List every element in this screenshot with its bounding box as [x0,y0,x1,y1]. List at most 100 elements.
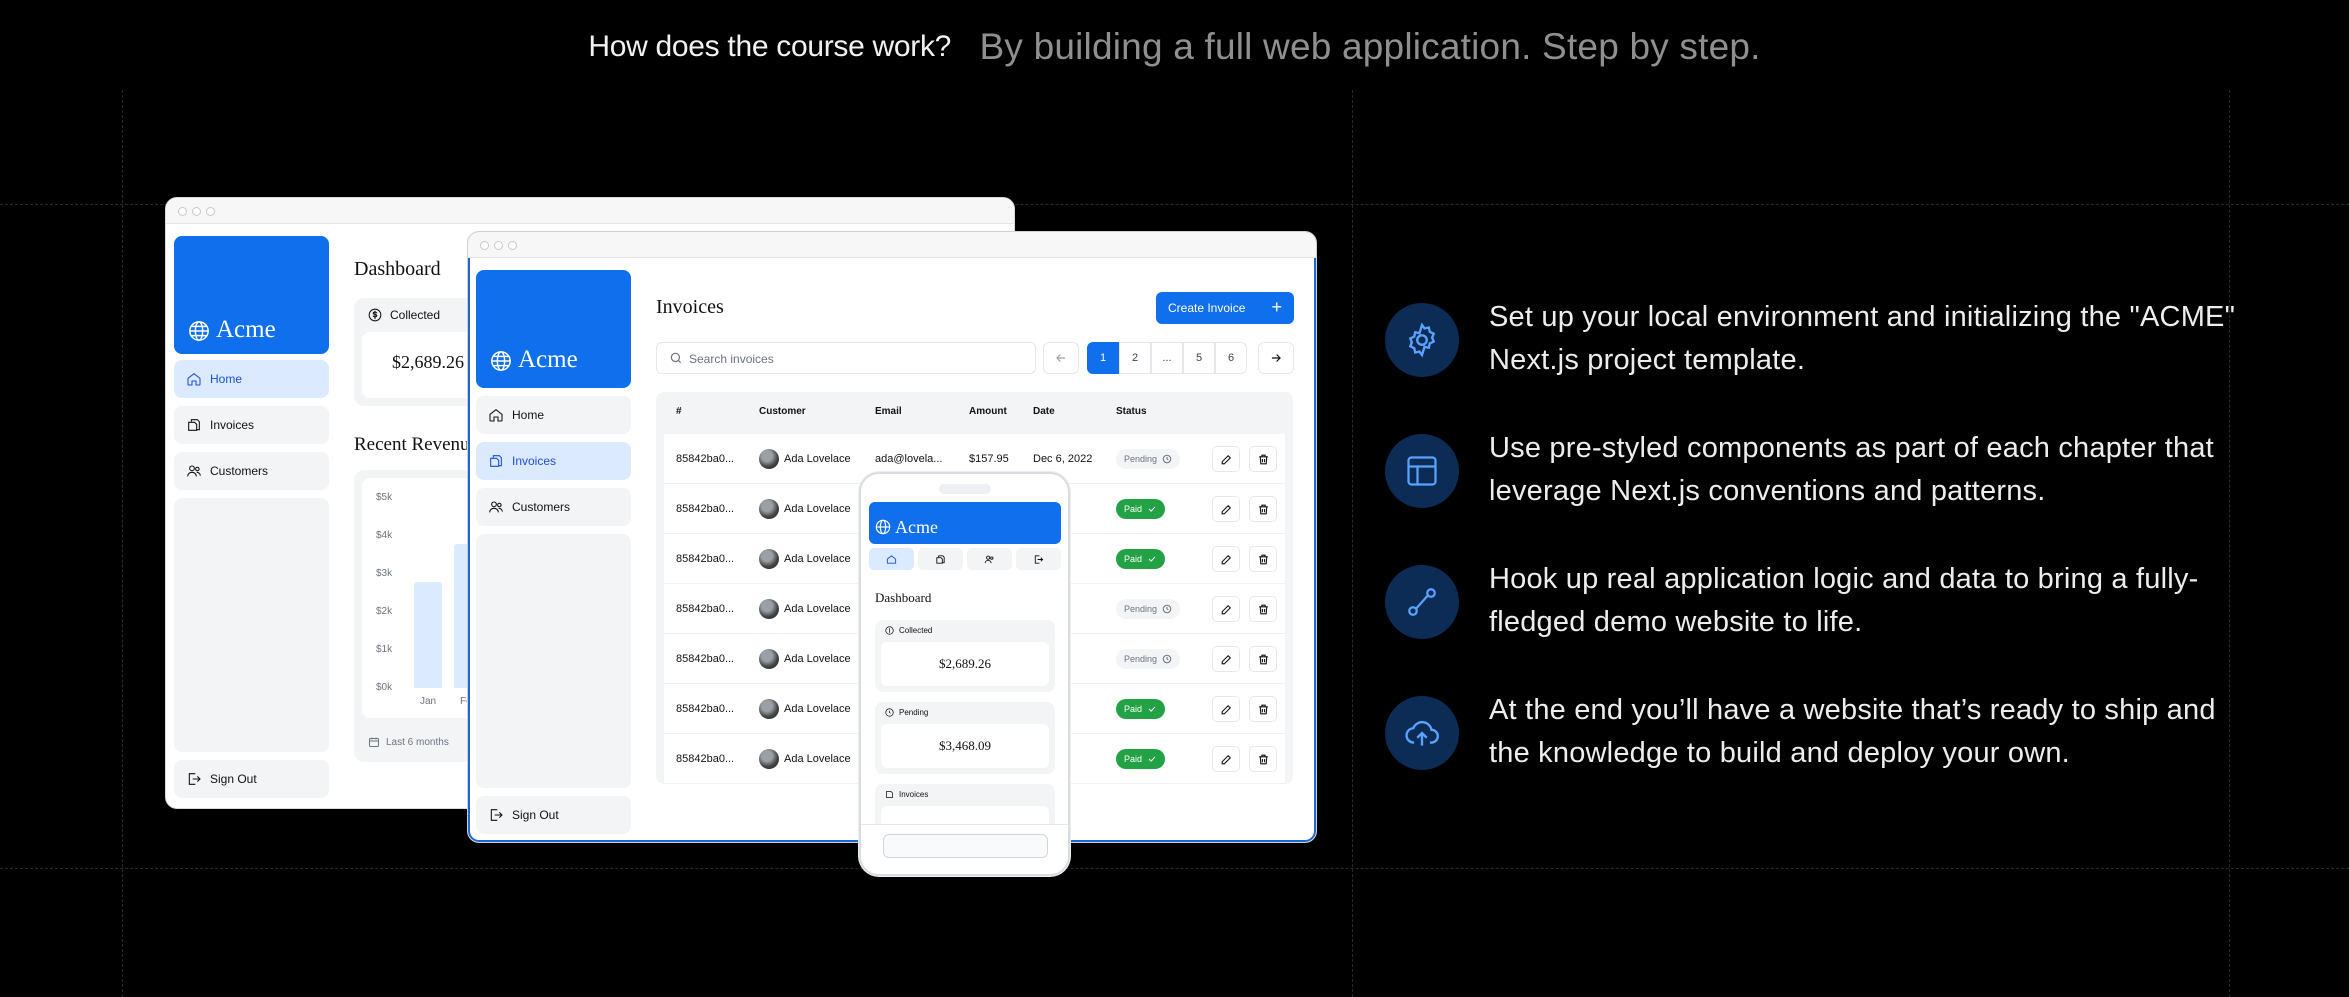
window-titlebar [166,198,1014,224]
cell-id: 85842ba0... [676,653,735,665]
pagination-page-2[interactable]: 2 [1119,342,1151,374]
mobile-preview: Acme Dashboard Collected $2,689.26 Pendi… [859,472,1070,876]
pencil-icon [1221,754,1231,764]
mobile-nav-sign-out[interactable] [1016,548,1061,570]
check-icon [1148,556,1156,562]
mobile-sign-out-button[interactable] [883,834,1048,858]
search-icon [670,352,682,364]
edit-button[interactable] [1212,546,1240,572]
clock-icon [1162,604,1172,614]
sidebar-item-invoices[interactable]: Invoices [174,406,329,444]
sidebar-item-home[interactable]: Home [174,360,329,398]
pagination-page-1[interactable]: 1 [1087,342,1119,374]
card-label: Pending [899,708,929,717]
delete-button[interactable] [1249,646,1277,672]
card-value: $2,689.26 [881,642,1049,686]
status-badge: Paid [1116,749,1166,769]
pagination-prev-button[interactable] [1043,342,1079,374]
feature-text: At the end you’ll have a website that’s … [1489,694,2216,769]
sidebar-item-invoices[interactable]: Invoices [476,442,631,480]
mobile-nav-customers[interactable] [967,548,1012,570]
sidebar-item-label: Invoices [210,418,255,432]
status-badge: Pending [1116,649,1181,669]
mobile-nav-home[interactable] [869,548,914,570]
sidebar-item-home[interactable]: Home [476,396,631,434]
chart-bar [414,581,442,688]
home-icon [886,554,897,564]
sign-out-icon [188,773,201,785]
cell-id: 85842ba0... [676,453,735,465]
pencil-icon [1221,604,1231,614]
globe-icon [491,351,511,371]
document-icon [490,455,502,467]
sidebar-item-label: Home [512,408,545,422]
pencil-icon [1221,504,1231,514]
sidebar: Acme Home Invoices Customers Sign Out [174,236,329,798]
pencil-icon [1221,554,1231,564]
delete-button[interactable] [1249,596,1277,622]
card-header: Pending [885,708,928,717]
avatar [759,599,779,619]
cell-id: 85842ba0... [676,503,735,515]
delete-button[interactable] [1249,696,1277,722]
feature-icon-circle [1385,303,1459,377]
sidebar-item-customers[interactable]: Customers [174,452,329,490]
sign-out-icon [490,809,503,821]
create-invoice-button[interactable]: Create Invoice + [1156,292,1294,324]
clock-icon [885,708,894,717]
page-title: Dashboard [354,258,441,280]
y-tick-label: $0k [376,682,393,693]
dollar-icon [368,308,382,322]
edit-button[interactable] [1212,646,1240,672]
edit-button[interactable] [1212,746,1240,772]
edit-button[interactable] [1212,696,1240,722]
cell-id: 85842ba0... [676,753,735,765]
avatar [759,549,779,569]
delete-button[interactable] [1249,746,1277,772]
trash-icon [1258,754,1268,764]
acme-logo[interactable]: Acme [174,236,329,354]
guide-line-middle [1352,90,1353,997]
cell-id: 85842ba0... [676,603,735,615]
feature-icon-circle [1385,565,1459,639]
delete-button[interactable] [1249,496,1277,522]
status-label: Pending [1124,454,1158,464]
edit-button[interactable] [1212,596,1240,622]
avatar [759,749,779,769]
pagination-page-6[interactable]: 6 [1215,342,1247,374]
cell-customer: Ada Lovelace [784,653,851,665]
feature-icon-circle [1385,696,1459,770]
delete-button[interactable] [1249,546,1277,572]
search-input[interactable]: Search invoices [656,342,1036,374]
check-icon [1148,706,1156,712]
sign-out-icon [1034,554,1044,564]
x-tick-label: Jan [420,696,437,707]
edit-button[interactable] [1212,496,1240,522]
pagination-page-5[interactable]: 5 [1183,342,1215,374]
sidebar-item-label: Customers [210,464,269,478]
sign-out-button[interactable]: Sign Out [476,796,631,834]
status-badge: Paid [1116,549,1166,569]
section-heading: How does the course work? By building a … [0,26,2349,68]
cell-customer: Ada Lovelace [784,603,851,615]
clock-icon [1162,654,1172,664]
acme-logo[interactable]: Acme [476,270,631,388]
cloud-upload-icon [1405,720,1440,746]
card-value: $3,468.09 [881,724,1049,768]
card-header: Invoices [885,790,928,799]
pagination-next-button[interactable] [1258,342,1294,374]
mobile-page-title: Dashboard [875,590,932,605]
acme-logo[interactable]: Acme [869,502,1061,544]
mobile-nav-invoices[interactable] [918,548,963,570]
delete-button[interactable] [1249,446,1277,472]
trash-icon [1258,704,1268,714]
sign-out-button[interactable]: Sign Out [174,760,329,798]
pencil-icon [1221,704,1231,714]
sidebar-item-customers[interactable]: Customers [476,488,631,526]
edit-button[interactable] [1212,446,1240,472]
mobile-pending-card: Pending $3,468.09 [875,702,1055,774]
home-icon [187,372,201,386]
trash-icon [1258,504,1268,514]
sidebar-spacer [476,534,631,788]
status-label: Pending [1124,654,1158,664]
